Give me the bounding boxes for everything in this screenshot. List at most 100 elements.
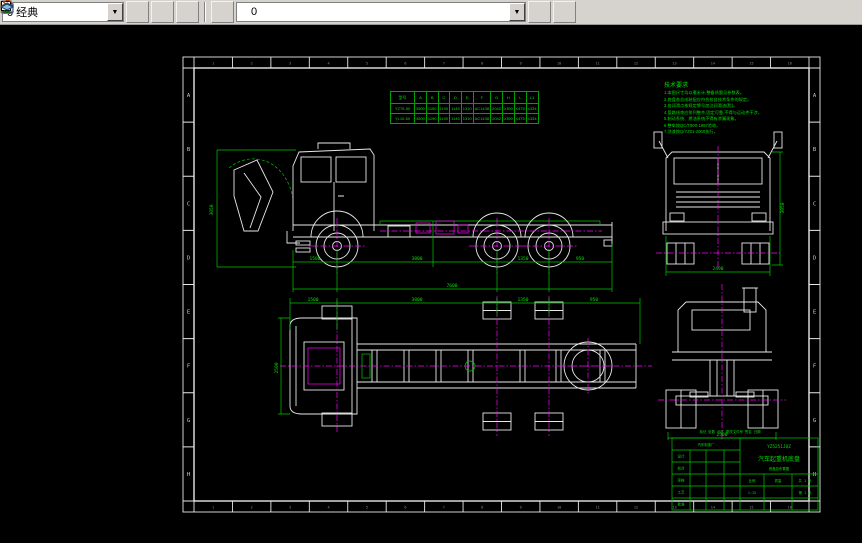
dim-label: 3800: [411, 256, 422, 262]
svg-text:15: 15: [749, 62, 753, 66]
dim-label: 1500: [307, 297, 318, 303]
dim-label: 2500: [274, 362, 280, 373]
dim-label: 3800: [411, 297, 422, 303]
dim-label: 1350: [517, 256, 528, 262]
svg-text:4: 4: [327, 62, 329, 66]
svg-text:G: G: [187, 418, 190, 424]
svg-text:A: A: [813, 93, 817, 99]
style-combo-value: 0 经典: [7, 7, 39, 19]
layer-combo-value: 0: [251, 6, 258, 18]
svg-text:8: 8: [481, 506, 483, 510]
svg-text:E: E: [813, 310, 816, 316]
svg-text:B: B: [813, 147, 817, 153]
title-block-title: 汽车起重机底盘: [758, 455, 800, 463]
front-view: 2490 3050: [653, 131, 786, 276]
svg-text:D: D: [813, 255, 816, 261]
zone-letters-right: A B C D E F G H: [813, 93, 817, 478]
svg-text:1: 1: [212, 62, 214, 66]
svg-text:审核: 审核: [677, 478, 685, 483]
svg-text:4: 4: [327, 506, 329, 510]
rear-view: 2500: [658, 284, 786, 440]
svg-text:1: 1: [212, 506, 214, 510]
svg-text:11: 11: [595, 506, 599, 510]
side-view: 1500 3800 1350 950 7600 3050: [209, 142, 613, 292]
svg-text:C: C: [813, 201, 816, 207]
svg-text:H: H: [187, 472, 190, 478]
svg-text:工艺: 工艺: [677, 490, 685, 495]
sheet-number: 第 1 张: [799, 490, 813, 495]
layer-previous-button[interactable]: [0, 0, 576, 23]
svg-text:8: 8: [481, 62, 483, 66]
svg-text:F: F: [187, 364, 190, 370]
dim-label: 1500: [309, 256, 320, 262]
notes-title: 技术要求: [664, 83, 689, 89]
svg-text:13: 13: [672, 62, 676, 66]
dim-label: 2490: [712, 266, 723, 272]
toolbar-separator: [204, 2, 206, 22]
svg-text:13: 13: [672, 506, 676, 510]
svg-text:16: 16: [788, 62, 792, 66]
svg-text:C: C: [187, 201, 190, 207]
toolbar: 0 经典 ▼ 0 ▼: [0, 0, 862, 25]
svg-text:校对: 校对: [677, 466, 685, 471]
svg-text:批准: 批准: [677, 502, 685, 507]
svg-text:6: 6: [404, 506, 406, 510]
svg-text:12: 12: [634, 506, 638, 510]
svg-text:10: 10: [557, 62, 561, 66]
sheet-count: 共 1 张: [799, 478, 813, 483]
title-block-signature-rows: 设计校对审核工艺批准: [677, 454, 685, 507]
title-block-model: YZ5251JQZ: [767, 444, 791, 450]
chevron-down-icon[interactable]: ▼: [509, 3, 525, 21]
layer-manager-button[interactable]: [0, 1, 234, 23]
svg-text:G: G: [813, 418, 816, 424]
match-properties-button[interactable]: [1, 1, 149, 23]
make-object-layer-current-button[interactable]: [0, 1, 551, 23]
svg-text:E: E: [187, 310, 190, 316]
svg-text:D: D: [187, 255, 190, 261]
svg-text:11: 11: [595, 62, 599, 66]
plan-view: 1500 3800 1350 950 2500: [274, 296, 652, 436]
scale-value: 1:15: [748, 491, 756, 495]
svg-text:7: 7: [443, 506, 445, 510]
style-combo[interactable]: 0 经典 ▼: [2, 2, 124, 22]
svg-text:F: F: [813, 364, 816, 370]
svg-text:16: 16: [788, 506, 792, 510]
svg-text:5: 5: [366, 62, 368, 66]
svg-text:9: 9: [520, 506, 522, 510]
svg-text:设计: 设计: [677, 454, 685, 459]
title-block-subtitle: 底盘总布置图: [769, 466, 790, 471]
layer-previous-icon: [0, 0, 14, 11]
svg-text:6: 6: [404, 62, 406, 66]
svg-text:7: 7: [443, 62, 445, 66]
svg-text:9: 9: [520, 62, 522, 66]
zone-letters-left: A B C D E F G H: [187, 93, 191, 478]
svg-text:2: 2: [251, 506, 253, 510]
svg-text:2: 2: [251, 62, 253, 66]
layer-combo[interactable]: 0 ▼: [0, 0, 526, 22]
dim-label: 950: [590, 297, 599, 303]
layer-states-button[interactable]: [0, 0, 174, 23]
svg-text:3: 3: [289, 62, 291, 66]
mass-label: 质量: [775, 478, 782, 483]
svg-text:H: H: [813, 472, 816, 478]
chevron-down-icon[interactable]: ▼: [107, 3, 123, 21]
svg-text:5: 5: [366, 506, 368, 510]
new-layer-button[interactable]: [1, 0, 199, 23]
svg-text:A: A: [187, 93, 191, 99]
dim-label: 3050: [780, 202, 786, 213]
svg-text:10: 10: [557, 506, 561, 510]
revision-header: 标记 处数 分区 更改文件号 签名 日期: [699, 429, 761, 434]
scale-label: 比例: [749, 478, 756, 483]
zone-numbers-top: 1 2 3 4 5 6 7 8 9 10 11 12 13 14 15 16: [212, 62, 792, 66]
drawing-canvas[interactable]: ABCDEFGH ABCDEFGH 1 2 3 4 5 6 7 8 9 10 11 12 13 14 15 1…: [0, 25, 862, 543]
title-block-org: 汽车制造厂: [698, 442, 716, 447]
title-block: 汽车制造厂 YZ5251JQZ 汽车起重机底盘 底盘总布置图 设计校对审核工艺批…: [671, 429, 819, 511]
svg-text:B: B: [187, 147, 191, 153]
svg-text:14: 14: [711, 62, 715, 66]
dim-label: 1350: [517, 297, 528, 303]
technical-notes: 技术要求 1.本图尺寸均以毫米计,整备质量见参数表。 2.底盘各总成装配应符合各自…: [664, 82, 800, 136]
svg-text:12: 12: [634, 62, 638, 66]
spec-table: 型号 A B C D E F G H L L1 YZ75-50 3800 1150 1190 1145 1310…: [390, 91, 539, 124]
svg-text:15: 15: [749, 506, 753, 510]
notes-lines: 1.本图尺寸均以毫米计,整备质量见参数表。 2.底盘各总成装配应符合各自技术条件的…: [664, 90, 762, 134]
